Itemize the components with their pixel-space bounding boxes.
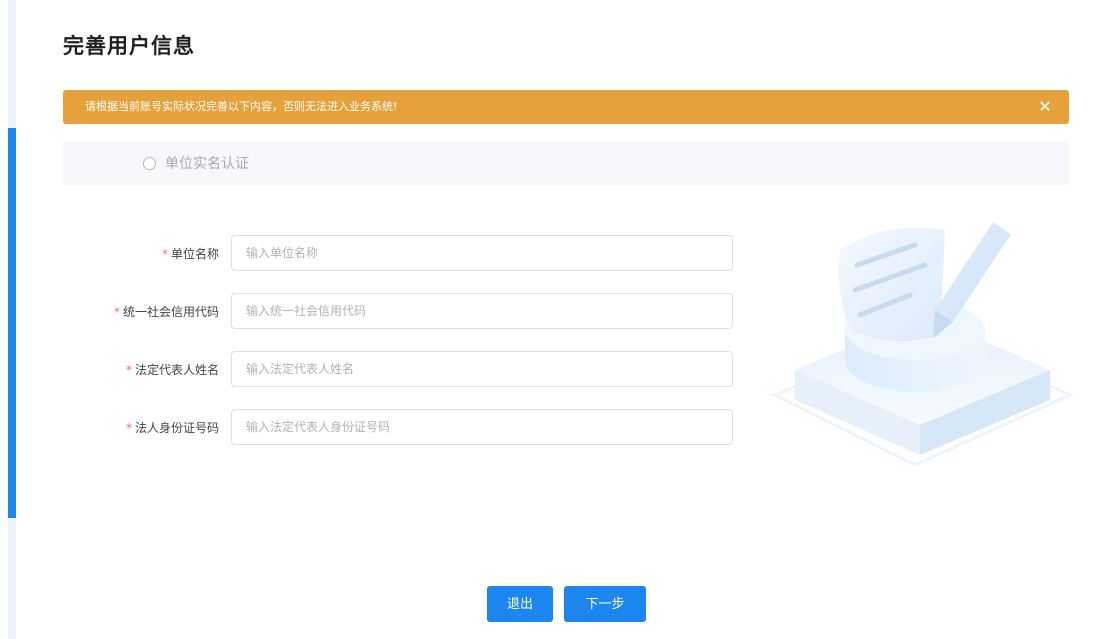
form-row-legal-rep-name: * 法定代表人姓名	[63, 351, 735, 389]
page-title: 完善用户信息	[63, 34, 195, 58]
required-mark: *	[113, 305, 120, 319]
page: 完善用户信息 请根据当前账号实际状况完善以下内容，否则无法进入业务系统! ✕ 单…	[0, 0, 1111, 639]
form-row-credit-code: * 统一社会信用代码	[63, 293, 735, 331]
legal-rep-name-label: * 法定代表人姓名	[125, 363, 219, 377]
unit-name-input[interactable]	[231, 235, 733, 271]
step-item-unit-verification[interactable]: 单位实名认证	[143, 141, 249, 185]
required-mark: *	[161, 247, 168, 261]
credit-code-label: * 统一社会信用代码	[113, 305, 219, 319]
warning-alert: 请根据当前账号实际状况完善以下内容，否则无法进入业务系统! ✕	[63, 90, 1069, 124]
radio-circle-icon	[143, 156, 156, 170]
exit-button[interactable]: 退出	[487, 586, 553, 622]
side-progress-indicator	[8, 128, 16, 518]
next-step-button[interactable]: 下一步	[564, 586, 646, 622]
id-number-input[interactable]	[231, 409, 733, 445]
step-label: 单位实名认证	[165, 156, 249, 172]
form-row-id-number: * 法人身份证号码	[63, 409, 735, 447]
credit-code-input[interactable]	[231, 293, 733, 329]
unit-name-label: * 单位名称	[161, 247, 219, 261]
id-number-label: * 法人身份证号码	[125, 421, 219, 435]
required-mark: *	[125, 363, 132, 377]
close-icon[interactable]: ✕	[1035, 90, 1055, 124]
alert-message: 请根据当前账号实际状况完善以下内容，否则无法进入业务系统!	[85, 100, 398, 113]
legal-rep-name-input[interactable]	[231, 351, 733, 387]
required-mark: *	[125, 421, 132, 435]
form-row-unit-name: * 单位名称	[63, 235, 735, 273]
step-bar: 单位实名认证	[63, 141, 1069, 185]
document-sign-illustration	[771, 222, 1074, 467]
